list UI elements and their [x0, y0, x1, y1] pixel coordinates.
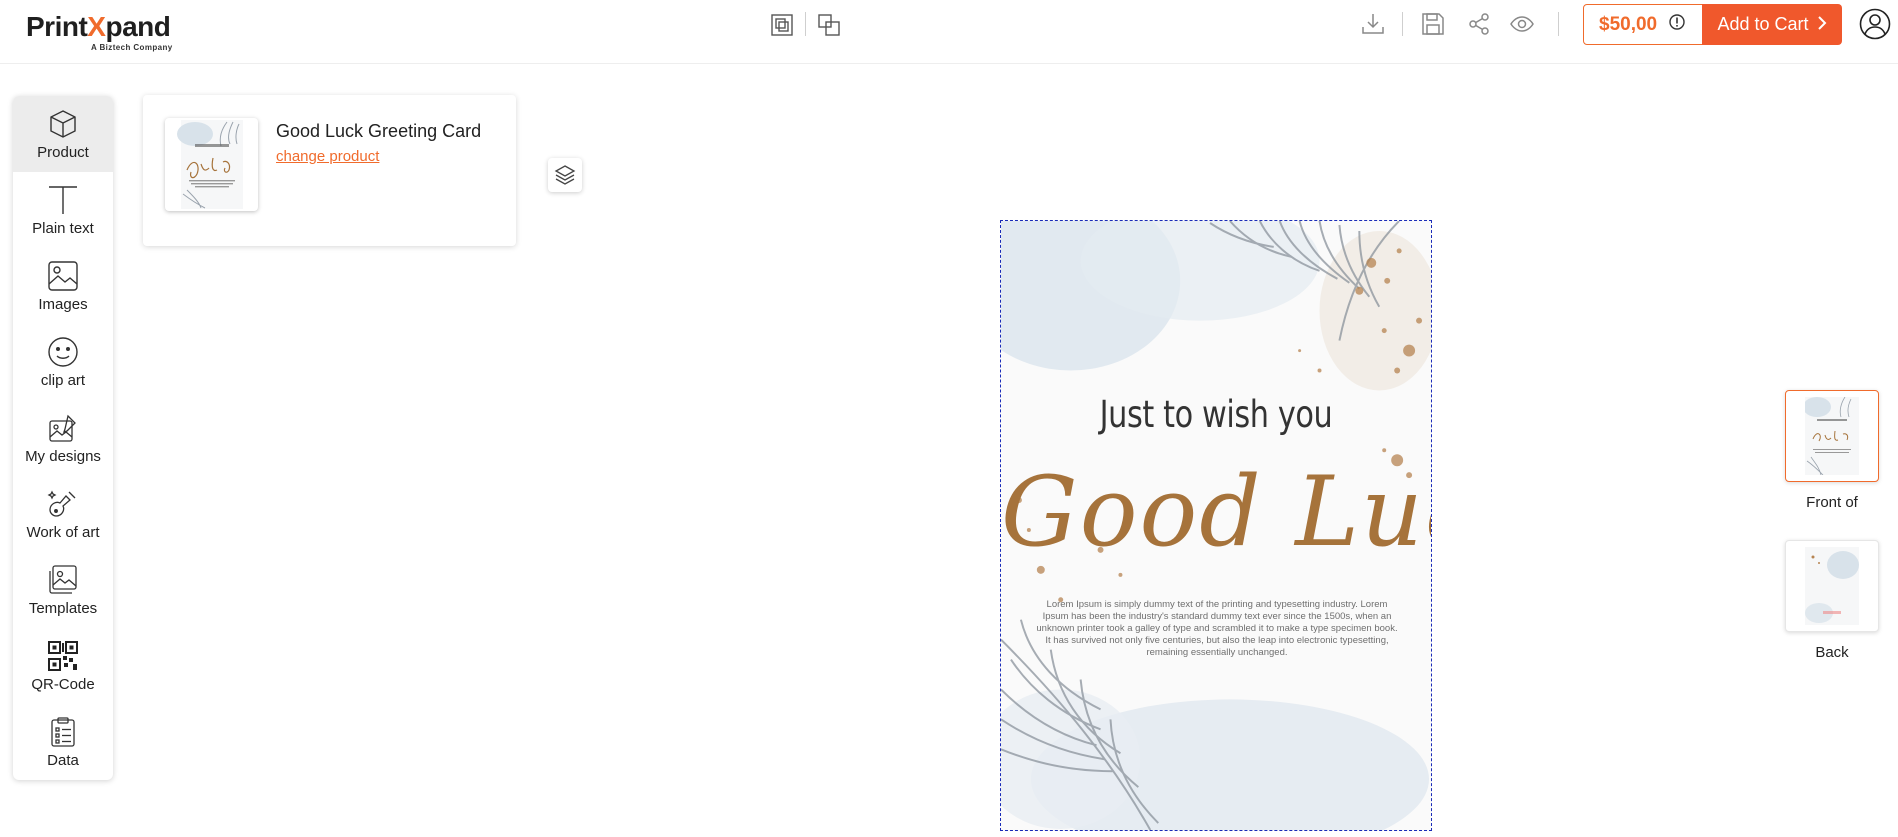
card-body-text[interactable]: Lorem Ipsum is simply dummy text of the … — [1036, 599, 1398, 659]
product-name: Good Luck Greeting Card — [276, 121, 482, 141]
front-side-thumbnail[interactable] — [1785, 390, 1879, 482]
front-side-preview — [1805, 397, 1859, 475]
price-button[interactable]: $50,00 — [1583, 4, 1703, 45]
smiley-icon — [48, 336, 78, 367]
sidebar-item-label: Images — [38, 295, 88, 313]
templates-icon — [49, 564, 77, 594]
my-designs-icon — [49, 414, 76, 442]
sidebar-item-label: Plain text — [32, 219, 94, 237]
change-product-link[interactable]: change product — [276, 148, 379, 165]
card-headline-text[interactable]: Just to wish you — [1040, 393, 1393, 436]
tool-sidebar: Product Plain text Images clip art My de… — [13, 96, 113, 780]
top-bar: PrintXpand A Biztech Company $50,00 Add … — [0, 0, 1898, 64]
sidebar-item-my-designs[interactable]: My designs — [13, 400, 113, 476]
sidebar-item-label: Data — [47, 751, 79, 769]
price-info-icon[interactable] — [1669, 14, 1685, 35]
cube-icon — [50, 109, 76, 138]
sidebar-item-work-of-art[interactable]: Work of art — [13, 476, 113, 552]
image-icon — [48, 260, 78, 291]
back-side-preview — [1805, 547, 1859, 625]
add-to-cart-button[interactable]: Add to Cart — [1702, 4, 1842, 45]
add-to-cart-label: Add to Cart — [1717, 14, 1809, 34]
sidebar-item-label: Work of art — [26, 523, 100, 541]
sidebar-item-label: QR-Code — [31, 675, 95, 693]
sidebar-item-templates[interactable]: Templates — [13, 552, 113, 628]
design-canvas[interactable]: Just to wish you Good Luck Lorem Ipsum i… — [1000, 220, 1432, 831]
back-side-label: Back — [1815, 644, 1849, 661]
sidebar-item-label: My designs — [25, 447, 101, 465]
user-account-icon[interactable] — [1859, 8, 1891, 40]
share-icon[interactable] — [1465, 10, 1493, 38]
clipboard-icon — [51, 716, 75, 747]
send-backward-icon[interactable] — [815, 11, 843, 39]
art-icon — [47, 490, 76, 517]
chevron-right-icon — [1817, 14, 1827, 35]
bring-forward-icon[interactable] — [768, 11, 796, 39]
sidebar-item-images[interactable]: Images — [13, 248, 113, 324]
text-icon — [49, 185, 77, 214]
sidebar-item-label: clip art — [40, 371, 86, 389]
layers-icon — [554, 165, 576, 185]
logo-tagline: A Biztech Company — [91, 43, 173, 52]
sidebar-item-clip-art[interactable]: clip art — [13, 324, 113, 400]
preview-eye-icon[interactable] — [1508, 10, 1536, 38]
back-side-thumbnail[interactable] — [1785, 540, 1879, 632]
qr-code-icon — [48, 640, 78, 671]
save-icon[interactable] — [1419, 10, 1447, 38]
sidebar-item-qr-code[interactable]: QR-Code — [13, 628, 113, 704]
download-icon[interactable] — [1359, 10, 1387, 38]
product-panel: Good Luck Greeting Card change product — [143, 95, 516, 246]
sidebar-item-data[interactable]: Data — [13, 704, 113, 780]
sidebar-item-label: Templates — [28, 599, 98, 617]
front-side-label: Front of — [1806, 494, 1858, 511]
card-script-text[interactable]: Good Luck — [1001, 456, 1431, 568]
sidebar-item-label: Product — [37, 143, 89, 161]
price-value: $50,00 — [1599, 13, 1658, 35]
sidebar-item-plain-text[interactable]: Plain text — [13, 172, 113, 248]
product-thumbnail — [165, 118, 258, 211]
logo[interactable]: PrintXpand A Biztech Company — [26, 10, 196, 56]
layers-button[interactable] — [548, 158, 582, 192]
sidebar-item-product[interactable]: Product — [13, 96, 113, 172]
